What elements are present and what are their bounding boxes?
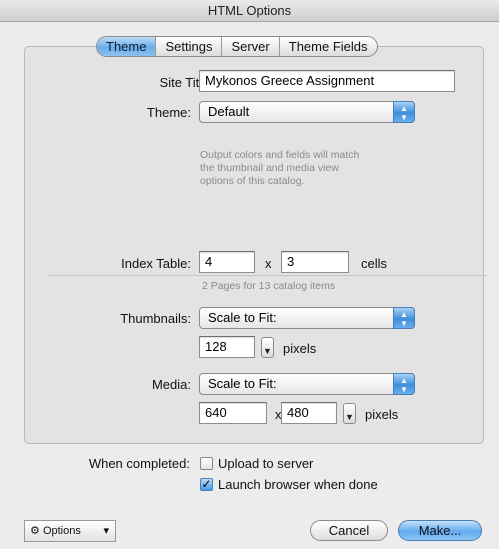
thumbnails-label: Thumbnails: bbox=[120, 311, 191, 326]
media-label: Media: bbox=[151, 377, 191, 392]
index-rows-input[interactable]: 3 bbox=[281, 251, 349, 273]
theme-select[interactable]: Default ▲ ▼ bbox=[199, 101, 415, 123]
up-down-arrows-icon: ▲ ▼ bbox=[393, 307, 415, 329]
media-unit-label: pixels bbox=[365, 407, 399, 422]
up-down-arrows-icon: ▲ ▼ bbox=[393, 101, 415, 123]
thumbnails-select-value: Scale to Fit: bbox=[208, 310, 277, 325]
options-label: Options bbox=[42, 525, 81, 537]
index-table-label: Index Table: bbox=[121, 256, 191, 271]
tab-settings[interactable]: Settings bbox=[156, 37, 223, 56]
theme-note-line: options of this catalog. bbox=[200, 175, 305, 187]
tab-theme-fields[interactable]: Theme Fields bbox=[280, 37, 377, 56]
when-completed-label: When completed: bbox=[88, 456, 190, 471]
section-divider bbox=[49, 275, 487, 276]
cancel-button[interactable]: Cancel bbox=[310, 520, 388, 541]
gear-icon: ⚙ bbox=[30, 525, 40, 537]
theme-label: Theme: bbox=[146, 105, 191, 120]
media-size-stepper[interactable]: ▼ bbox=[343, 403, 356, 424]
tab-panel: Site Title: Mykonos Greece Assignment Th… bbox=[24, 46, 487, 444]
index-unit-label: cells bbox=[361, 256, 388, 271]
site-title-label: Site Title: bbox=[159, 75, 213, 90]
thumbnail-size-stepper[interactable]: ▼ bbox=[261, 337, 274, 358]
window-title: HTML Options bbox=[0, 0, 499, 22]
thumbnail-unit-label: pixels bbox=[283, 341, 317, 356]
site-title-input[interactable]: Mykonos Greece Assignment bbox=[199, 70, 455, 92]
media-select[interactable]: Scale to Fit: ▲ ▼ bbox=[199, 373, 415, 395]
options-menu-button[interactable]: ⚙ Options ▾ bbox=[24, 520, 116, 542]
theme-note-line: the thumbnail and media view bbox=[200, 162, 339, 174]
media-height-input[interactable]: 480 bbox=[281, 402, 337, 424]
index-table-note: 2 Pages for 13 catalog items bbox=[202, 280, 336, 292]
chevron-down-icon: ▾ bbox=[103, 525, 109, 537]
thumbnails-select[interactable]: Scale to Fit: ▲ ▼ bbox=[199, 307, 415, 329]
index-columns-input[interactable]: 4 bbox=[199, 251, 255, 273]
checkmark-icon: ✓ bbox=[201, 477, 212, 491]
make-button[interactable]: Make... bbox=[398, 520, 482, 541]
upload-checkbox[interactable] bbox=[200, 457, 213, 470]
theme-note-line: Output colors and fields will match bbox=[200, 149, 360, 161]
launch-label[interactable]: Launch browser when done bbox=[218, 477, 378, 492]
tab-theme[interactable]: Theme bbox=[97, 37, 157, 56]
theme-select-value: Default bbox=[208, 104, 250, 119]
media-width-input[interactable]: 640 bbox=[199, 402, 267, 424]
index-separator: x bbox=[265, 256, 272, 271]
media-select-value: Scale to Fit: bbox=[208, 376, 277, 391]
upload-label[interactable]: Upload to server bbox=[218, 456, 313, 471]
launch-checkbox[interactable]: ✓ bbox=[200, 478, 213, 491]
tab-server[interactable]: Server bbox=[222, 37, 280, 56]
up-down-arrows-icon: ▲ ▼ bbox=[393, 373, 415, 395]
theme-note: Output colors and fields will match the … bbox=[200, 149, 430, 188]
tab-bar: Theme Settings Server Theme Fields bbox=[96, 36, 378, 57]
thumbnail-size-input[interactable]: 128 bbox=[199, 336, 255, 358]
